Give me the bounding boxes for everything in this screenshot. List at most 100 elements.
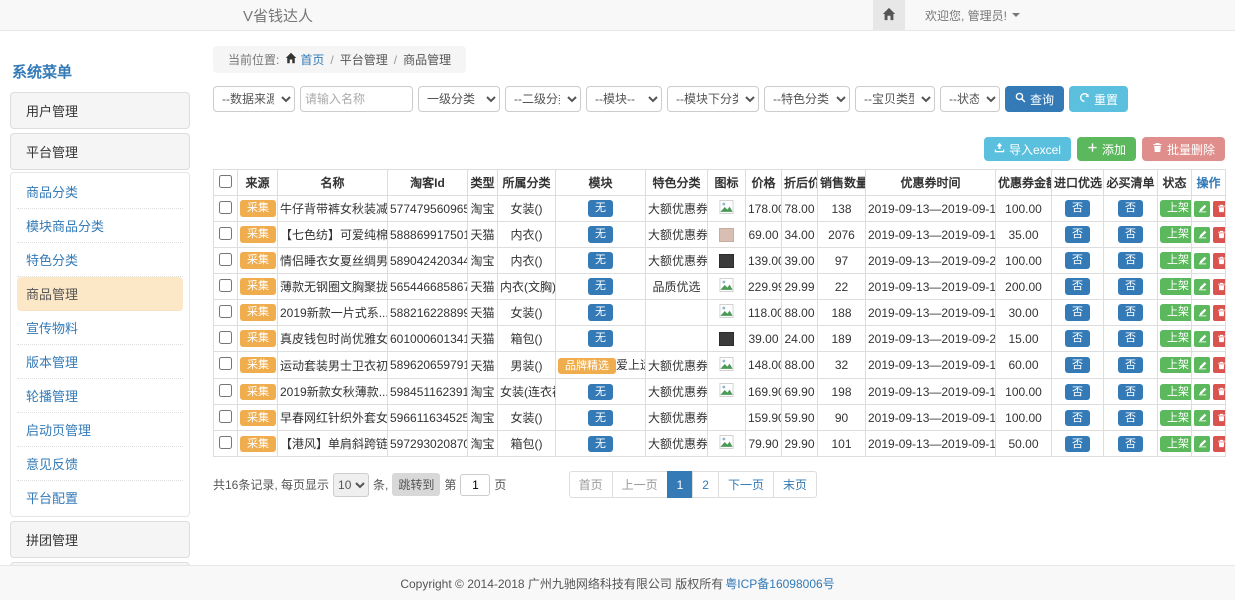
module-badge[interactable]: 无 (588, 278, 613, 294)
imported-toggle[interactable]: 否 (1065, 330, 1090, 346)
must-buy-toggle[interactable]: 否 (1118, 304, 1143, 320)
module-badge[interactable]: 无 (588, 200, 613, 216)
module-badge[interactable]: 无 (588, 384, 613, 400)
must-buy-toggle[interactable]: 否 (1118, 278, 1143, 294)
must-buy-toggle[interactable]: 否 (1118, 252, 1143, 268)
imported-toggle[interactable]: 否 (1065, 357, 1090, 373)
sidebar-item[interactable]: 商品管理 (17, 277, 183, 311)
imported-toggle[interactable]: 否 (1065, 304, 1090, 320)
edit-button[interactable] (1194, 253, 1210, 269)
filter-featured-category[interactable]: --特色分类-- (764, 86, 850, 112)
imported-toggle[interactable]: 否 (1065, 200, 1090, 216)
row-checkbox[interactable] (219, 384, 232, 397)
imported-toggle[interactable]: 否 (1065, 226, 1090, 242)
row-checkbox[interactable] (219, 305, 232, 318)
edit-button[interactable] (1194, 384, 1210, 400)
imported-toggle[interactable]: 否 (1065, 252, 1090, 268)
row-checkbox[interactable] (219, 436, 232, 449)
delete-button[interactable] (1213, 384, 1226, 400)
batch-delete-button[interactable]: 批量删除 (1142, 137, 1225, 161)
imported-toggle[interactable]: 否 (1065, 436, 1090, 452)
imported-toggle[interactable]: 否 (1065, 384, 1090, 400)
sidebar-item[interactable]: 启动页管理 (17, 413, 183, 447)
must-buy-toggle[interactable]: 否 (1118, 436, 1143, 452)
must-buy-toggle[interactable]: 否 (1118, 357, 1143, 373)
edit-button[interactable] (1194, 357, 1210, 373)
search-button[interactable]: 查询 (1005, 86, 1064, 112)
delete-button[interactable] (1213, 279, 1226, 295)
row-checkbox[interactable] (219, 201, 232, 214)
edit-button[interactable] (1194, 279, 1210, 295)
delete-button[interactable] (1213, 436, 1226, 452)
filter-module-subcategory[interactable]: --模块下分类-- (667, 86, 759, 112)
jump-page-input[interactable] (460, 474, 490, 496)
status-badge[interactable]: 上架 (1160, 278, 1192, 294)
edit-button[interactable] (1194, 201, 1210, 217)
filter-status[interactable]: --状态-- (940, 86, 1000, 112)
must-buy-toggle[interactable]: 否 (1118, 200, 1143, 216)
status-badge[interactable]: 上架 (1160, 252, 1192, 268)
edit-button[interactable] (1194, 436, 1210, 452)
edit-button[interactable] (1194, 305, 1210, 321)
status-badge[interactable]: 上架 (1160, 200, 1192, 216)
sidebar-item[interactable]: 版本管理 (17, 345, 183, 379)
module-badge[interactable]: 无 (588, 226, 613, 242)
status-badge[interactable]: 上架 (1160, 330, 1192, 346)
row-checkbox[interactable] (219, 331, 232, 344)
jump-button[interactable]: 跳转到 (392, 473, 440, 496)
page-button[interactable]: 首页 (569, 471, 613, 498)
status-badge[interactable]: 上架 (1160, 304, 1192, 320)
status-badge[interactable]: 上架 (1160, 410, 1192, 426)
status-badge[interactable]: 上架 (1160, 436, 1192, 452)
filter-data-source[interactable]: --数据来源-- (213, 86, 295, 112)
filter-module[interactable]: --模块-- (586, 86, 662, 112)
sidebar-item[interactable]: 宣传物料 (17, 311, 183, 345)
sidebar-item[interactable]: 商品分类 (17, 175, 183, 209)
icp-link[interactable]: 粤ICP备16098006号 (725, 575, 834, 592)
row-checkbox[interactable] (219, 279, 232, 292)
import-excel-button[interactable]: 导入excel (984, 137, 1071, 161)
page-button[interactable]: 1 (667, 471, 694, 498)
module-badge[interactable]: 品牌精选 (558, 358, 616, 374)
user-menu[interactable]: 欢迎您, 管理员! (905, 7, 1235, 24)
status-badge[interactable]: 上架 (1160, 384, 1192, 400)
select-all-checkbox[interactable] (219, 175, 232, 188)
module-badge[interactable]: 无 (588, 436, 613, 452)
delete-button[interactable] (1213, 253, 1226, 269)
row-checkbox[interactable] (219, 227, 232, 240)
delete-button[interactable] (1213, 357, 1226, 373)
row-checkbox[interactable] (219, 357, 232, 370)
sidebar-section[interactable]: 用户管理 (10, 92, 190, 129)
module-badge[interactable]: 无 (588, 330, 613, 346)
sidebar-item[interactable]: 轮播管理 (17, 379, 183, 413)
sidebar-item[interactable]: 意见反馈 (17, 447, 183, 481)
page-button[interactable]: 2 (692, 471, 719, 498)
module-badge[interactable]: 无 (588, 410, 613, 426)
sidebar-section[interactable]: 拼团管理 (10, 521, 190, 558)
filter-item-type[interactable]: --宝贝类型-- (855, 86, 935, 112)
edit-button[interactable] (1194, 410, 1210, 426)
filter-level2-category[interactable]: --二级分类-- (505, 86, 581, 112)
row-checkbox[interactable] (219, 410, 232, 423)
delete-button[interactable] (1213, 227, 1226, 243)
sidebar-item[interactable]: 模块商品分类 (17, 209, 183, 243)
add-button[interactable]: 添加 (1077, 137, 1136, 161)
must-buy-toggle[interactable]: 否 (1118, 384, 1143, 400)
delete-button[interactable] (1213, 410, 1226, 426)
must-buy-toggle[interactable]: 否 (1118, 226, 1143, 242)
imported-toggle[interactable]: 否 (1065, 410, 1090, 426)
reset-button[interactable]: 重置 (1069, 86, 1128, 112)
module-badge[interactable]: 无 (588, 304, 613, 320)
edit-button[interactable] (1194, 331, 1210, 347)
breadcrumb-home-link[interactable]: 首页 (285, 51, 324, 68)
imported-toggle[interactable]: 否 (1065, 278, 1090, 294)
must-buy-toggle[interactable]: 否 (1118, 410, 1143, 426)
sidebar-item[interactable]: 平台配置 (17, 481, 183, 514)
filter-level1-category[interactable]: 一级分类 (418, 86, 500, 112)
delete-button[interactable] (1213, 201, 1226, 217)
page-button[interactable]: 上一页 (612, 471, 668, 498)
page-button[interactable]: 下一页 (718, 471, 774, 498)
must-buy-toggle[interactable]: 否 (1118, 330, 1143, 346)
row-checkbox[interactable] (219, 253, 232, 266)
status-badge[interactable]: 上架 (1160, 226, 1192, 242)
